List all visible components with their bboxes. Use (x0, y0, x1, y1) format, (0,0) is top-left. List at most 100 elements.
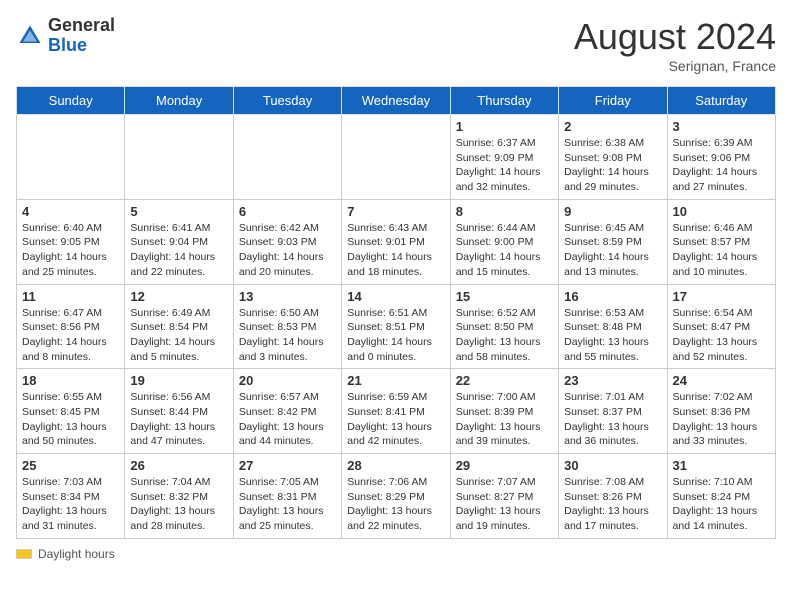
day-info: Sunrise: 7:05 AM Sunset: 8:31 PM Dayligh… (239, 475, 336, 534)
day-number: 21 (347, 373, 444, 388)
day-cell: 2Sunrise: 6:38 AM Sunset: 9:08 PM Daylig… (559, 115, 667, 200)
week-row-3: 11 Sunrise: 6:47 AM Sunset: 8:56 PM Dayli… (17, 284, 776, 369)
day-number: 14 (347, 289, 444, 304)
day-info: Sunrise: 6:49 AM Sunset: 8:54 PM Dayligh… (130, 306, 227, 365)
day-number: 31 (673, 458, 770, 473)
day-number: 4 (22, 204, 119, 219)
day-cell: 6 Sunrise: 6:42 AM Sunset: 9:03 PM Daylig… (233, 199, 341, 284)
day-number: 27 (239, 458, 336, 473)
day-cell: 16 Sunrise: 6:53 AM Sunset: 8:48 PM Dayli… (559, 284, 667, 369)
logo-general-text: General (48, 16, 115, 36)
day-cell: 8Sunrise: 6:44 AM Sunset: 9:00 PM Daylig… (450, 199, 558, 284)
week-row-2: 4 Sunrise: 6:40 AM Sunset: 9:05 PM Daylig… (17, 199, 776, 284)
day-number: 13 (239, 289, 336, 304)
day-cell: 31Sunrise: 7:10 AM Sunset: 8:24 PM Dayli… (667, 454, 775, 539)
day-info: Sunrise: 6:55 AM Sunset: 8:45 PM Dayligh… (22, 390, 119, 449)
day-number: 19 (130, 373, 227, 388)
day-info: Sunrise: 6:57 AM Sunset: 8:42 PM Dayligh… (239, 390, 336, 449)
week-row-5: 25 Sunrise: 7:03 AM Sunset: 8:34 PM Dayli… (17, 454, 776, 539)
location-subtitle: Serignan, France (574, 58, 776, 74)
day-number: 23 (564, 373, 661, 388)
logo-icon (16, 22, 44, 50)
day-info: Sunrise: 6:47 AM Sunset: 8:56 PM Dayligh… (22, 306, 119, 365)
day-number: 24 (673, 373, 770, 388)
day-cell: 21 Sunrise: 6:59 AM Sunset: 8:41 PM Dayli… (342, 369, 450, 454)
day-info: Sunrise: 6:56 AM Sunset: 8:44 PM Dayligh… (130, 390, 227, 449)
day-info: Sunrise: 6:59 AM Sunset: 8:41 PM Dayligh… (347, 390, 444, 449)
day-cell (342, 115, 450, 200)
day-number: 3 (673, 119, 770, 134)
day-info: Sunrise: 6:40 AM Sunset: 9:05 PM Dayligh… (22, 221, 119, 280)
day-number: 1 (456, 119, 553, 134)
day-number: 12 (130, 289, 227, 304)
day-cell: 13 Sunrise: 6:50 AM Sunset: 8:53 PM Dayli… (233, 284, 341, 369)
day-header-monday: Monday (125, 87, 233, 115)
day-header-wednesday: Wednesday (342, 87, 450, 115)
day-info: Sunrise: 6:52 AM Sunset: 8:50 PM Dayligh… (456, 306, 553, 365)
day-cell: 25 Sunrise: 7:03 AM Sunset: 8:34 PM Dayli… (17, 454, 125, 539)
day-cell: 18 Sunrise: 6:55 AM Sunset: 8:45 PM Dayli… (17, 369, 125, 454)
month-title: August 2024 (574, 16, 776, 58)
day-number: 20 (239, 373, 336, 388)
day-info: Sunrise: 7:04 AM Sunset: 8:32 PM Dayligh… (130, 475, 227, 534)
day-number: 29 (456, 458, 553, 473)
day-cell (233, 115, 341, 200)
legend: Daylight hours (16, 547, 776, 561)
day-cell: 3Sunrise: 6:39 AM Sunset: 9:06 PM Daylig… (667, 115, 775, 200)
day-cell: 4 Sunrise: 6:40 AM Sunset: 9:05 PM Daylig… (17, 199, 125, 284)
day-header-sunday: Sunday (17, 87, 125, 115)
logo-blue-text: Blue (48, 36, 115, 56)
days-header-row: SundayMondayTuesdayWednesdayThursdayFrid… (17, 87, 776, 115)
day-cell: 14Sunrise: 6:51 AM Sunset: 8:51 PM Dayli… (342, 284, 450, 369)
legend-label: Daylight hours (38, 547, 115, 561)
legend-color-box (16, 549, 32, 559)
day-info: Sunrise: 7:03 AM Sunset: 8:34 PM Dayligh… (22, 475, 119, 534)
header: General Blue August 2024 Serignan, Franc… (16, 16, 776, 74)
day-info: Sunrise: 6:50 AM Sunset: 8:53 PM Dayligh… (239, 306, 336, 365)
day-header-thursday: Thursday (450, 87, 558, 115)
logo: General Blue (16, 16, 115, 56)
day-number: 16 (564, 289, 661, 304)
day-number: 10 (673, 204, 770, 219)
day-info: Sunrise: 6:38 AM Sunset: 9:08 PM Dayligh… (564, 136, 661, 195)
day-cell: 28Sunrise: 7:06 AM Sunset: 8:29 PM Dayli… (342, 454, 450, 539)
title-area: August 2024 Serignan, France (574, 16, 776, 74)
day-info: Sunrise: 6:45 AM Sunset: 8:59 PM Dayligh… (564, 221, 661, 280)
day-info: Sunrise: 6:53 AM Sunset: 8:48 PM Dayligh… (564, 306, 661, 365)
day-number: 17 (673, 289, 770, 304)
day-number: 6 (239, 204, 336, 219)
day-cell: 11 Sunrise: 6:47 AM Sunset: 8:56 PM Dayli… (17, 284, 125, 369)
day-info: Sunrise: 7:06 AM Sunset: 8:29 PM Dayligh… (347, 475, 444, 534)
day-number: 26 (130, 458, 227, 473)
day-info: Sunrise: 6:37 AM Sunset: 9:09 PM Dayligh… (456, 136, 553, 195)
day-cell: 10Sunrise: 6:46 AM Sunset: 8:57 PM Dayli… (667, 199, 775, 284)
day-cell: 24 Sunrise: 7:02 AM Sunset: 8:36 PM Dayli… (667, 369, 775, 454)
day-header-friday: Friday (559, 87, 667, 115)
week-row-4: 18 Sunrise: 6:55 AM Sunset: 8:45 PM Dayli… (17, 369, 776, 454)
day-header-tuesday: Tuesday (233, 87, 341, 115)
week-row-1: 1 Sunrise: 6:37 AM Sunset: 9:09 PM Daylig… (17, 115, 776, 200)
day-cell: 23Sunrise: 7:01 AM Sunset: 8:37 PM Dayli… (559, 369, 667, 454)
day-number: 8 (456, 204, 553, 219)
day-info: Sunrise: 7:02 AM Sunset: 8:36 PM Dayligh… (673, 390, 770, 449)
day-number: 22 (456, 373, 553, 388)
day-cell: 20 Sunrise: 6:57 AM Sunset: 8:42 PM Dayli… (233, 369, 341, 454)
day-cell: 15 Sunrise: 6:52 AM Sunset: 8:50 PM Dayli… (450, 284, 558, 369)
day-info: Sunrise: 6:43 AM Sunset: 9:01 PM Dayligh… (347, 221, 444, 280)
day-info: Sunrise: 7:08 AM Sunset: 8:26 PM Dayligh… (564, 475, 661, 534)
day-number: 11 (22, 289, 119, 304)
day-cell: 7Sunrise: 6:43 AM Sunset: 9:01 PM Daylig… (342, 199, 450, 284)
day-number: 18 (22, 373, 119, 388)
day-info: Sunrise: 6:42 AM Sunset: 9:03 PM Dayligh… (239, 221, 336, 280)
logo-text: General Blue (48, 16, 115, 56)
day-cell: 1 Sunrise: 6:37 AM Sunset: 9:09 PM Daylig… (450, 115, 558, 200)
day-number: 9 (564, 204, 661, 219)
day-cell: 5Sunrise: 6:41 AM Sunset: 9:04 PM Daylig… (125, 199, 233, 284)
day-number: 25 (22, 458, 119, 473)
day-cell (125, 115, 233, 200)
day-number: 15 (456, 289, 553, 304)
day-info: Sunrise: 6:54 AM Sunset: 8:47 PM Dayligh… (673, 306, 770, 365)
day-cell: 27 Sunrise: 7:05 AM Sunset: 8:31 PM Dayli… (233, 454, 341, 539)
day-info: Sunrise: 6:41 AM Sunset: 9:04 PM Dayligh… (130, 221, 227, 280)
day-cell: 22Sunrise: 7:00 AM Sunset: 8:39 PM Dayli… (450, 369, 558, 454)
